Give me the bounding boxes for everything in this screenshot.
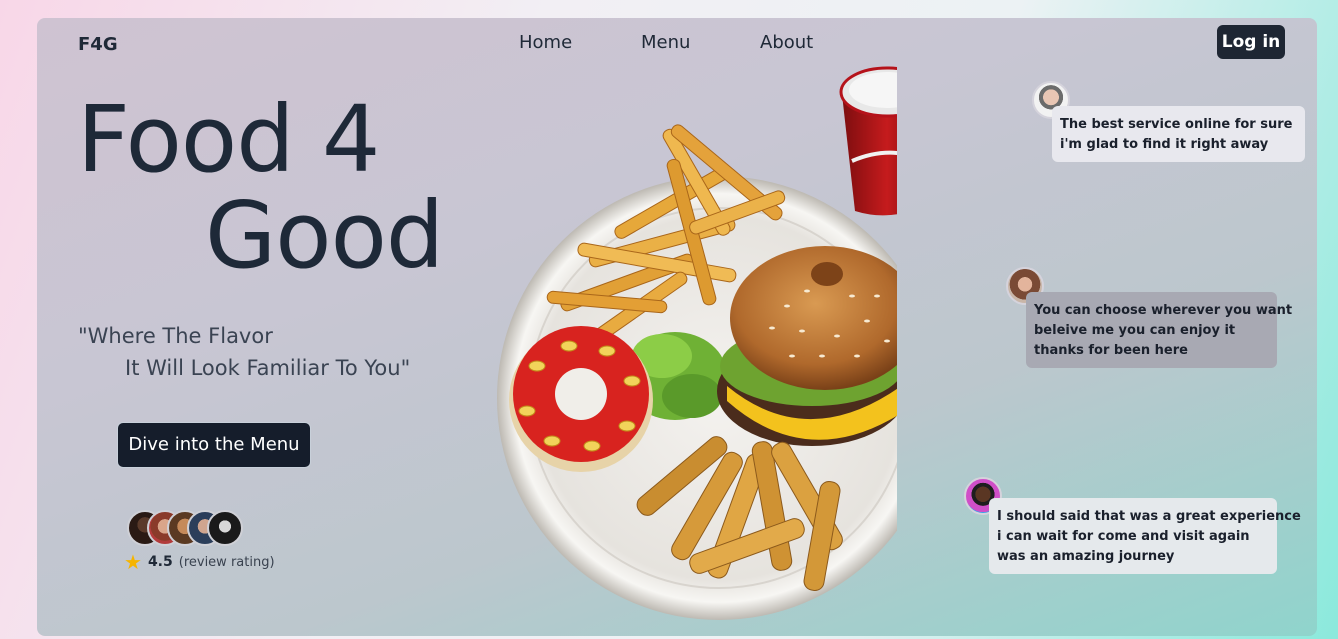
testimonial-3-line-2: i can wait for come and visit again xyxy=(997,529,1250,544)
testimonial-2-line-2: beleive me you can enjoy it xyxy=(1034,323,1236,338)
testimonial-card-3: I should said that was a great experienc… xyxy=(989,498,1301,574)
tagline-line2: It Will Look Familiar To You" xyxy=(125,356,411,380)
menu-cta-button[interactable]: Dive into the Menu xyxy=(117,422,311,468)
tagline-line1: "Where The Flavor xyxy=(78,324,273,348)
rating-row: ★ 4.5 (review rating) xyxy=(124,550,275,574)
testimonial-1-line-1: The best service online for sure xyxy=(1060,117,1293,132)
testimonial-card-2: You can choose wherever you want beleive… xyxy=(1026,292,1293,368)
food-plate-illustration xyxy=(497,66,897,620)
testimonial-1-line-2: i'm glad to find it right away xyxy=(1060,137,1269,152)
login-button[interactable]: Log in xyxy=(1217,25,1285,59)
hero-tagline: "Where The Flavor It Will Look Familiar … xyxy=(78,320,410,384)
rating-value: 4.5 xyxy=(147,554,173,570)
hero-card: F4G Home Menu About Log in Food 4 Good "… xyxy=(37,18,1317,636)
brand-logo[interactable]: F4G xyxy=(78,34,118,55)
star-icon: ★ xyxy=(124,550,142,574)
hero-title-line2: Good xyxy=(205,182,444,289)
hero-title: Food 4 Good xyxy=(77,86,444,289)
reviewer-avatars xyxy=(127,510,257,546)
food-plate-image xyxy=(457,66,897,636)
testimonial-card-1: The best service online for sure i'm gla… xyxy=(1052,106,1305,162)
nav-home[interactable]: Home xyxy=(519,32,572,53)
rating-label: (review rating) xyxy=(178,554,275,570)
soda-cup xyxy=(839,66,897,216)
testimonial-3-line-1: I should said that was a great experienc… xyxy=(997,509,1301,524)
hero-title-line1: Food 4 xyxy=(77,86,380,193)
testimonial-2-line-1: You can choose wherever you want xyxy=(1034,303,1293,318)
avatar xyxy=(207,510,243,546)
nav-menu[interactable]: Menu xyxy=(641,32,690,53)
nav-about[interactable]: About xyxy=(760,32,813,53)
testimonial-3-line-3: was an amazing journey xyxy=(997,549,1175,564)
testimonial-2-line-3: thanks for been here xyxy=(1034,343,1188,358)
